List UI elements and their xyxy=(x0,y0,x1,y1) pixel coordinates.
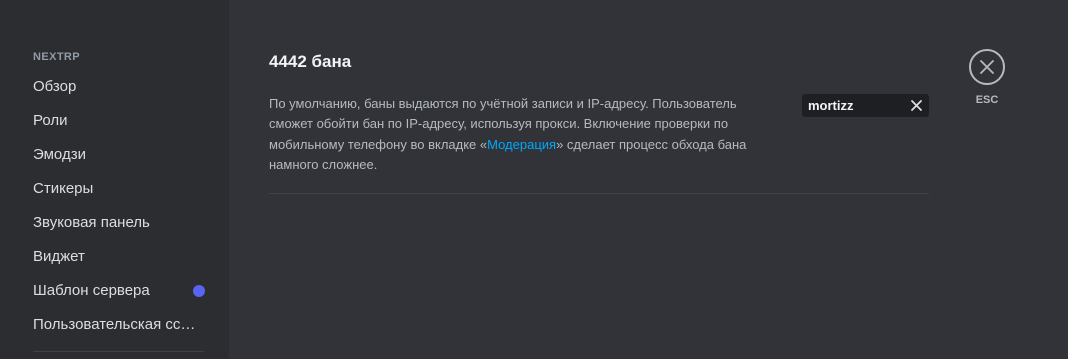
esc-label: ESC xyxy=(975,94,999,106)
sidebar-item-stickers[interactable]: Стикеры xyxy=(33,180,213,197)
ban-search-box xyxy=(802,94,929,117)
sidebar-item-roles[interactable]: Роли xyxy=(33,112,213,129)
sidebar-item-widget[interactable]: Виджет xyxy=(33,248,213,265)
bans-description: По умолчанию, баны выдаются по учётной з… xyxy=(269,94,764,175)
sidebar-item-vanity-url[interactable]: Пользовательская ссылка приглашения xyxy=(33,316,201,333)
sidebar-item-soundboard[interactable]: Звуковая панель xyxy=(33,214,213,231)
close-button[interactable] xyxy=(969,49,1005,85)
sidebar-item-emoji[interactable]: Эмодзи xyxy=(33,146,213,163)
settings-sidebar: NEXTRP Обзор Роли Эмодзи Стикеры Звукова… xyxy=(0,0,229,359)
sidebar-section-label: NEXTRP xyxy=(33,51,81,63)
sidebar-item-overview[interactable]: Обзор xyxy=(33,78,213,95)
close-icon xyxy=(980,60,994,74)
section-divider xyxy=(269,193,929,194)
bans-panel: 4442 бана По умолчанию, баны выдаются по… xyxy=(229,0,1068,359)
sidebar-divider xyxy=(33,351,204,352)
sidebar-item-server-template[interactable]: Шаблон сервера xyxy=(33,282,188,299)
new-feature-dot xyxy=(193,285,205,297)
moderation-link[interactable]: Модерация xyxy=(487,137,556,152)
close-control: ESC xyxy=(969,49,1005,106)
search-input[interactable] xyxy=(808,96,903,115)
page-title: 4442 бана xyxy=(269,52,352,71)
clear-search-icon[interactable] xyxy=(909,98,924,113)
